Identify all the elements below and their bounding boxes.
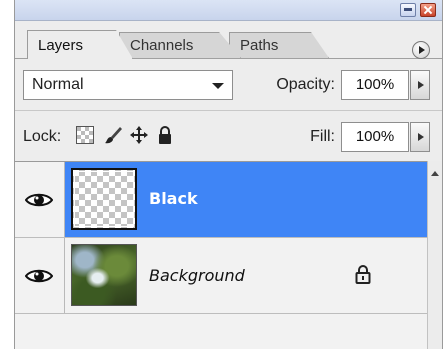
layers-panel: Paths Channels Layers Normal Opacity: 10… [14,0,443,349]
visibility-toggle[interactable] [15,162,65,237]
move-icon[interactable] [129,125,149,145]
visibility-toggle[interactable] [15,238,65,313]
opacity-input[interactable]: 100% [341,70,409,100]
opacity-slider-button[interactable] [410,70,430,100]
opacity-label: Opacity: [276,76,335,93]
layer-row-background[interactable]: Background [15,238,427,314]
layer-name: Black [149,189,198,208]
minimize-button[interactable] [400,3,416,17]
layer-name: Background [149,266,245,285]
brush-icon[interactable] [103,125,123,145]
panel-tabs: Paths Channels Layers [15,20,442,62]
close-button[interactable] [420,3,436,17]
lock-transparency-icon[interactable] [75,125,95,145]
tab-paths[interactable]: Paths [229,32,329,58]
tab-layers[interactable]: Layers [27,30,133,59]
layers-list: Black Background [15,161,427,349]
eye-icon [25,269,53,283]
fill-input[interactable]: 100% [341,122,409,152]
scroll-up-icon[interactable] [430,169,440,177]
blend-opacity-row: Normal Opacity: 100% [15,62,442,108]
eye-icon [25,193,53,207]
layer-row-black[interactable]: Black [15,162,427,238]
layer-thumbnail [71,168,137,230]
lock-label: Lock: [23,128,62,145]
lock-icon[interactable] [155,125,175,145]
panel-menu-button[interactable] [412,41,430,59]
layers-scrollbar[interactable] [427,161,442,349]
lock-icon [355,265,371,284]
blend-mode-select[interactable]: Normal [23,70,233,100]
layer-thumbnail [71,244,137,306]
chevron-down-icon [212,83,224,89]
lock-fill-row: Lock: Fill: 100% [15,110,442,161]
tab-channels[interactable]: Channels [119,32,241,58]
fill-slider-button[interactable] [410,122,430,152]
fill-label: Fill: [310,128,335,145]
panel-titlebar [15,0,442,21]
blend-mode-value: Normal [32,76,84,93]
